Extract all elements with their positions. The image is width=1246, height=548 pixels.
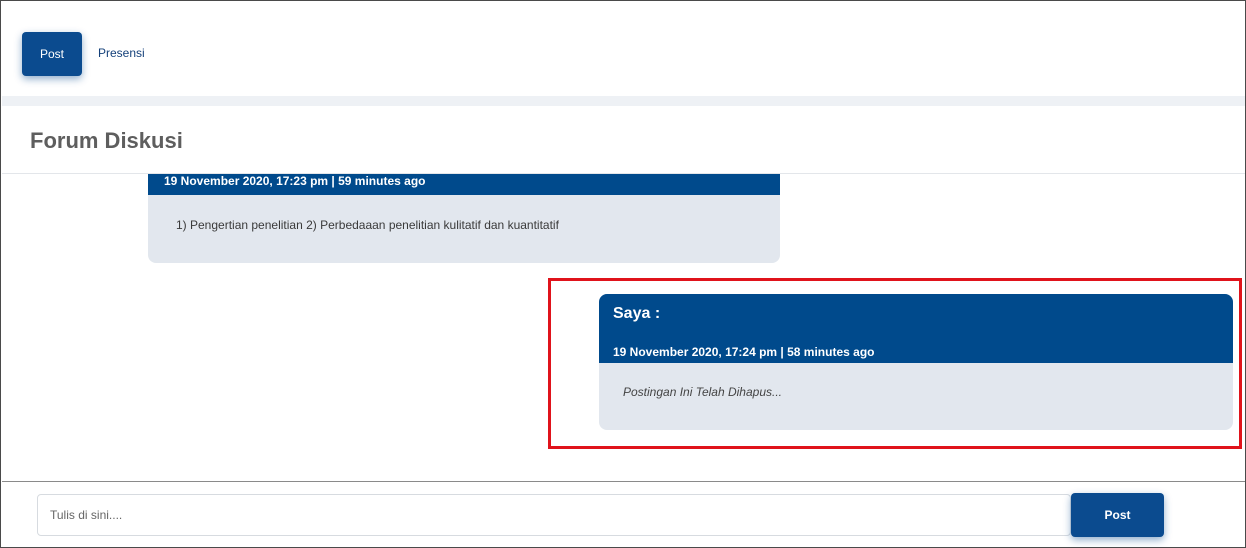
message-other: 19 November 2020, 17:23 pm | 59 minutes … <box>148 174 780 263</box>
tab-post[interactable]: Post <box>22 32 82 76</box>
message-body: Postingan Ini Telah Dihapus... <box>623 385 782 399</box>
top-tab-bar: Post Presensi <box>2 2 1245 96</box>
forum-header: Forum Diskusi <box>2 106 1245 174</box>
app-frame: Post Presensi Forum Diskusi 19 November … <box>0 0 1246 548</box>
message-author: Saya : <box>613 305 661 322</box>
message-input[interactable] <box>37 494 1071 536</box>
chat-area[interactable]: 19 November 2020, 17:23 pm | 59 minutes … <box>2 174 1245 481</box>
message-meta: 19 November 2020, 17:24 pm | 58 minutes … <box>613 345 875 359</box>
message-own: Saya : 19 November 2020, 17:24 pm | 58 m… <box>599 294 1233 430</box>
separator-band <box>2 96 1245 106</box>
message-meta: 19 November 2020, 17:23 pm | 59 minutes … <box>164 174 426 188</box>
message-header: Saya : 19 November 2020, 17:24 pm | 58 m… <box>599 294 1233 363</box>
message-header: 19 November 2020, 17:23 pm | 59 minutes … <box>148 174 780 195</box>
message-body: 1) Pengertian penelitian 2) Perbedaaan p… <box>176 218 559 232</box>
post-button[interactable]: Post <box>1071 493 1164 537</box>
page-title: Forum Diskusi <box>30 128 183 153</box>
footer-divider <box>2 481 1245 482</box>
tab-presensi[interactable]: Presensi <box>98 46 145 60</box>
